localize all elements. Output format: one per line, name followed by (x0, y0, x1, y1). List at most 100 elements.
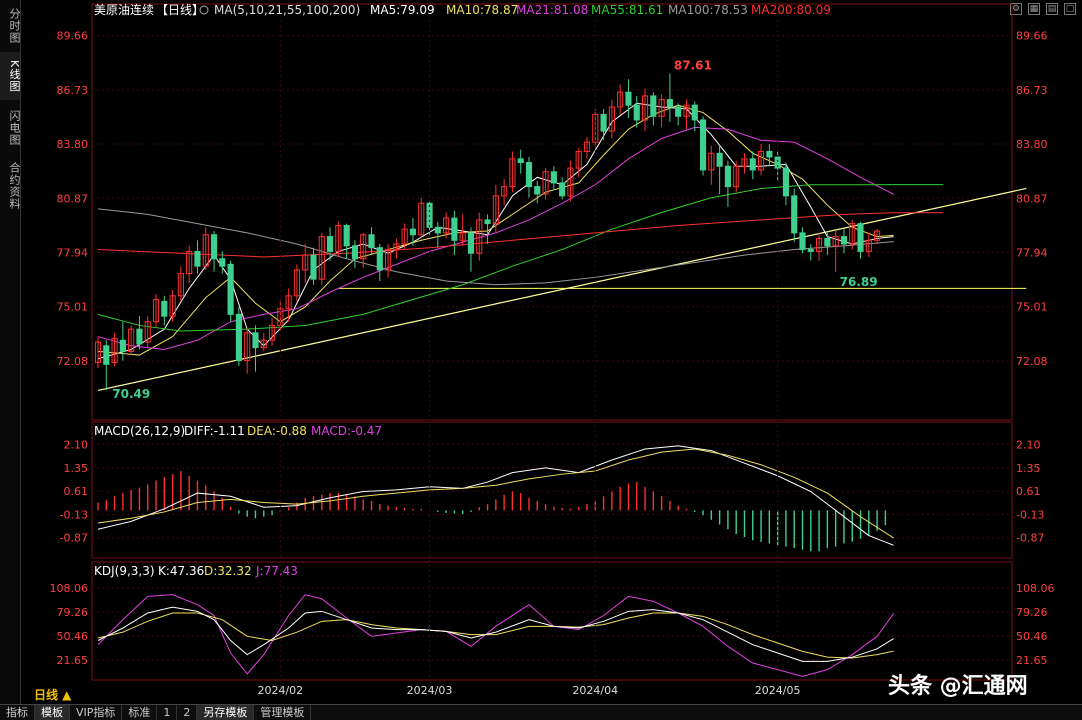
y-tick-right: 2.10 (1016, 438, 1041, 451)
y-tick-right: 108.06 (1016, 582, 1055, 595)
tab-manage-template[interactable]: 管理模板 (254, 705, 312, 720)
period-selector[interactable]: 日线 ▲ (34, 686, 71, 703)
candle-body (766, 150, 773, 158)
candle-body (699, 119, 707, 171)
y-tick-right: 0.61 (1016, 485, 1041, 498)
tab-2[interactable]: 2 (177, 705, 198, 720)
candle-body (824, 237, 831, 247)
candle-body (600, 113, 607, 132)
macd-macd: MACD:-0.47 (311, 424, 382, 438)
low-label: 70.49 (112, 387, 150, 401)
tab-1[interactable]: 1 (157, 705, 178, 720)
y-tick-left: 79.26 (57, 606, 89, 619)
ma55-value: MA55:81.61 (591, 3, 663, 17)
macd-dea: DEA:-0.88 (247, 424, 307, 438)
y-tick-right: 83.80 (1016, 138, 1048, 151)
chart-panes: 89.66 89.66 86.73 86.73 83.80 83.80 80.87 80.87… (50, 3, 1055, 697)
candle-body (194, 250, 201, 267)
y-tick-right: 77.94 (1016, 247, 1048, 260)
candle-body (484, 219, 491, 225)
candle-body (666, 99, 673, 108)
y-tick-left: 72.08 (57, 355, 89, 368)
y-tick-right: 80.87 (1016, 192, 1048, 205)
ma5-value: MA5:79.09 (370, 3, 435, 17)
macd-name: MACD(26,12,9) (94, 424, 185, 438)
candle-body (633, 104, 640, 121)
y-tick-left: 1.35 (64, 462, 89, 475)
candle-body (550, 171, 557, 184)
y-tick-left: 0.61 (64, 485, 89, 498)
ma100-value: MA100:78.53 (668, 3, 748, 17)
macd-diff: DIFF:-1.11 (184, 424, 245, 438)
watermark: 头条 @汇通网 (888, 674, 1028, 699)
pane-frame (91, 3, 1013, 421)
y-tick-left: 83.80 (57, 138, 89, 151)
candle-body (716, 152, 723, 167)
ma21-value: MA21:81.08 (516, 3, 588, 17)
ma-params: MA(5,10,21,55,100,200) (214, 3, 360, 17)
tab-vip-indicators[interactable]: VIP指标 (70, 705, 123, 720)
ma200-value: MA200:80.09 (751, 3, 831, 17)
kdj-d: D:32.32 (204, 564, 252, 578)
candle-body (310, 254, 317, 280)
y-tick-right: 89.66 (1016, 30, 1048, 43)
ma-line-ma21 (97, 126, 894, 351)
candle-body (791, 195, 798, 234)
ma-line-ma55 (97, 184, 944, 332)
y-tick-right: 75.01 (1016, 301, 1048, 314)
candle-body (103, 345, 110, 365)
candle-body (219, 258, 226, 267)
candle-body (534, 186, 541, 195)
instrument-name: 美原油连续 (94, 2, 154, 17)
candle-body (517, 158, 524, 164)
recent-low-label: 76.89 (840, 275, 878, 289)
tab-standard[interactable]: 标准 (122, 705, 158, 720)
bottom-toolbar: 指标 模板 VIP指标 标准 1 2 另存模板 管理模板 (0, 704, 1082, 720)
y-tick-left: 89.66 (57, 30, 89, 43)
ma10-value: MA10:78.87 (446, 3, 518, 17)
y-tick-left: -0.13 (60, 508, 88, 521)
tab-save-template[interactable]: 另存模板 (197, 705, 255, 720)
y-tick-right: 1.35 (1016, 462, 1041, 475)
candle-body (252, 332, 259, 349)
candle-body (451, 217, 458, 241)
candle-body (376, 247, 383, 271)
y-tick-left: 77.94 (57, 247, 89, 260)
kdj-k: K:47.36 (158, 564, 204, 578)
candle-body (467, 232, 475, 254)
candle-body (559, 182, 566, 197)
candle-body (782, 167, 789, 197)
tab-template[interactable]: 模板 (35, 705, 70, 720)
candle-body (749, 158, 756, 171)
candle-body (650, 95, 657, 117)
high-label: 87.61 (674, 58, 712, 72)
candle-body (343, 224, 350, 247)
candle-body (724, 165, 731, 188)
y-tick-left: 2.10 (64, 438, 89, 451)
y-tick-left: 21.65 (57, 654, 89, 667)
candle-body (434, 226, 441, 234)
candle-body (799, 232, 806, 251)
candle-body (210, 234, 218, 260)
y-tick-right: 72.08 (1016, 355, 1048, 368)
candle-body (625, 91, 632, 106)
kdj-name: KDJ(9,3,3) (94, 564, 155, 578)
candle-body (525, 162, 533, 188)
candle-body (807, 249, 814, 252)
chart-area[interactable]: 89.66 89.66 86.73 86.73 83.80 83.80 80.87 80.87… (0, 0, 1082, 704)
candle-body (840, 236, 848, 245)
candle-body (409, 228, 417, 236)
candle-body (327, 236, 334, 252)
y-tick-right: 50.46 (1016, 630, 1048, 643)
candle-body (675, 106, 682, 117)
y-tick-left: 75.01 (57, 301, 89, 314)
macd-dea-line (97, 448, 894, 539)
y-tick-right: -0.87 (1016, 532, 1044, 545)
tab-indicators[interactable]: 指标 (0, 705, 35, 720)
pane-frame (91, 561, 1013, 681)
x-tick-label: 2024/04 (572, 684, 618, 697)
y-tick-right: -0.13 (1016, 508, 1044, 521)
y-tick-left: 108.06 (50, 582, 89, 595)
y-tick-left: 86.73 (57, 84, 89, 97)
kdj-j: J:77.43 (255, 564, 298, 578)
